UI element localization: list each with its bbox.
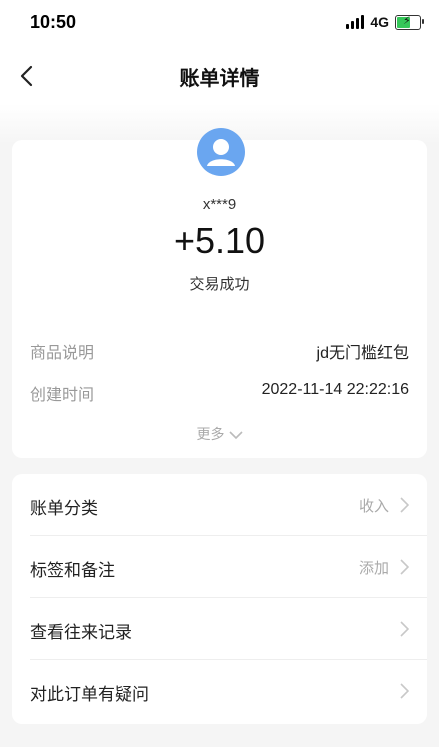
chevron-right-icon: [399, 497, 410, 518]
status-indicators: 4G ⚡: [346, 14, 424, 30]
transaction-amount: +5.10: [173, 220, 266, 261]
network-label: 4G: [370, 14, 389, 30]
created-time-row: 创建时间 2022-11-14 22:22:16: [30, 381, 409, 405]
product-description-value: jd无门槛红包: [316, 345, 409, 362]
created-time-value: 2022-11-14 22:22:16: [261, 381, 409, 398]
battery-icon: ⚡: [395, 14, 424, 30]
avatar: [197, 128, 245, 176]
chevron-right-icon: [399, 621, 410, 642]
list-item-bill-category[interactable]: 账单分类 收入: [12, 474, 427, 536]
status-bar: 10:50 4G ⚡: [0, 0, 439, 48]
counterparty-name: x***9: [202, 196, 237, 213]
created-time-label: 创建时间: [30, 387, 95, 404]
more-label: 更多: [196, 426, 225, 442]
actions-list: 账单分类 收入 标签和备注 添加 查看往来记录 对此订单有疑问: [12, 474, 427, 724]
list-item-order-question[interactable]: 对此订单有疑问: [12, 660, 427, 722]
page-title: 账单详情: [179, 68, 260, 90]
chevron-right-icon: [399, 683, 410, 704]
nav-bar: 账单详情: [0, 48, 439, 104]
transaction-summary-card: x***9 +5.10 交易成功 商品说明 jd无门槛红包 创建时间 2022-…: [12, 128, 427, 458]
list-item-tags-notes[interactable]: 标签和备注 添加: [12, 536, 427, 598]
more-button[interactable]: 更多: [12, 424, 427, 444]
list-item-label: 查看往来记录: [30, 623, 132, 642]
list-item-label: 对此订单有疑问: [30, 685, 149, 704]
transaction-status: 交易成功: [189, 276, 250, 293]
list-item-value: 添加: [358, 560, 389, 577]
product-description-label: 商品说明: [30, 345, 95, 362]
list-item-value: 收入: [358, 498, 389, 515]
list-item-transaction-history[interactable]: 查看往来记录: [12, 598, 427, 660]
chevron-down-icon: [228, 427, 243, 443]
chevron-right-icon: [399, 559, 410, 580]
product-description-row: 商品说明 jd无门槛红包: [30, 339, 409, 363]
list-item-label: 标签和备注: [30, 561, 115, 580]
status-time: 10:50: [30, 12, 77, 32]
user-icon: [207, 139, 235, 166]
signal-icon: [346, 15, 365, 29]
list-item-label: 账单分类: [30, 499, 98, 518]
